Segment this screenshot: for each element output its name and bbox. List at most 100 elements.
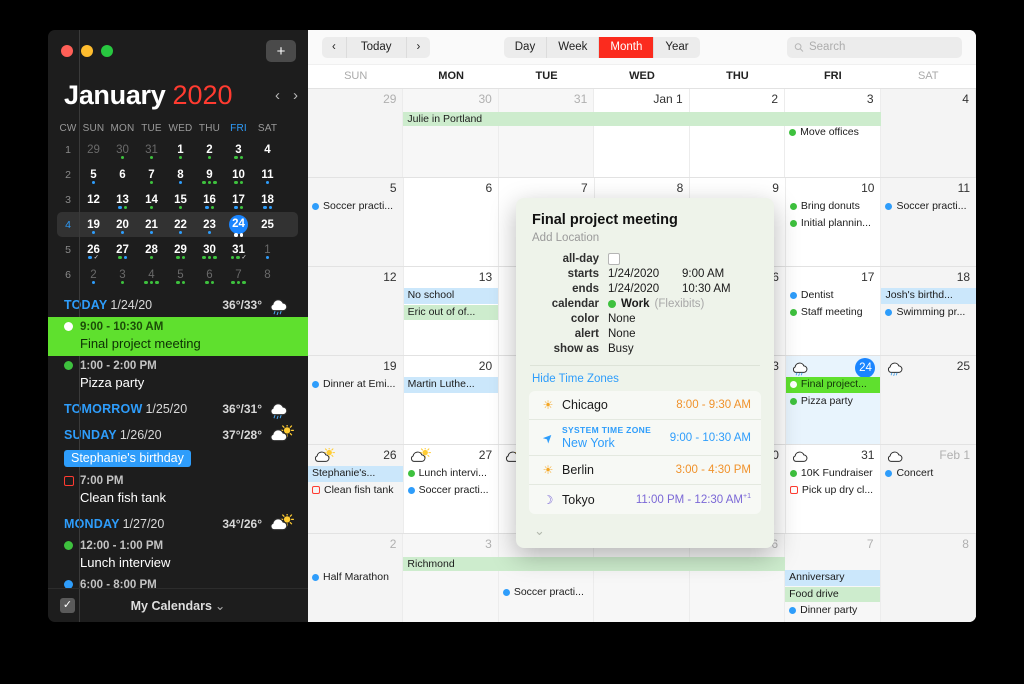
mini-day-cell[interactable]: 17 <box>224 193 253 207</box>
calendar-multiday-event[interactable]: Julie in Portland <box>403 112 880 126</box>
calendar-event[interactable]: Final project... <box>786 377 881 393</box>
mini-day-cell[interactable]: 3 <box>224 143 253 157</box>
mini-day-cell[interactable]: 23 <box>195 218 224 232</box>
mini-week-row[interactable]: 419202122232425 <box>57 212 298 237</box>
popover-location-input[interactable]: Add Location <box>516 228 774 251</box>
calendar-day-cell[interactable]: 11Soccer practi... <box>881 178 976 266</box>
mini-day-cell[interactable]: 14 <box>137 193 166 207</box>
agenda-event[interactable]: 6:00 - 8:00 PMSoccer practice <box>48 575 308 588</box>
calendar-event[interactable]: Anniversary <box>785 570 879 586</box>
popover-field-value[interactable]: Busy <box>608 343 634 355</box>
mini-day-cell[interactable]: 7 <box>224 268 253 282</box>
mini-day-cell[interactable]: 12 <box>79 193 108 207</box>
calendar-event[interactable]: Soccer practi... <box>404 483 499 499</box>
popover-date-value[interactable]: 1/24/2020 <box>608 283 682 295</box>
mini-day-cell[interactable]: 29 <box>166 243 195 257</box>
calendar-event[interactable]: Eric out of of... <box>404 305 499 321</box>
mini-day-cell[interactable]: 8 <box>166 168 195 182</box>
mini-day-cell[interactable]: 2 <box>195 143 224 157</box>
mini-day-cell[interactable]: 30 <box>108 143 137 157</box>
calendar-event[interactable]: Pizza party <box>786 394 881 410</box>
calendar-event[interactable]: Dentist <box>786 288 881 304</box>
mini-day-cell[interactable]: 3 <box>108 268 137 282</box>
mini-week-row[interactable]: 12930311234 <box>57 137 298 162</box>
mini-day-cell[interactable]: 4 <box>137 268 166 282</box>
calendar-event[interactable]: Concert <box>881 466 976 482</box>
calendar-event[interactable]: Dinner party <box>785 603 879 619</box>
popover-field-value[interactable]: 1/24/202010:30 AM <box>608 283 731 295</box>
calendar-event[interactable]: Dinner at Emi... <box>308 377 403 393</box>
calendar-day-cell[interactable]: 3 <box>403 534 498 622</box>
calendar-day-cell[interactable]: 7AnniversaryFood driveDinner party <box>785 534 880 622</box>
mini-prev-month-icon[interactable]: ‹ <box>275 88 280 103</box>
today-button[interactable]: Today <box>347 37 407 58</box>
calendar-day-cell[interactable]: 2 <box>690 89 785 177</box>
calendar-day-cell[interactable]: 19Dinner at Emi... <box>308 356 404 444</box>
view-day-button[interactable]: Day <box>504 37 547 58</box>
agenda-event[interactable]: 7:00 PMClean fish tank <box>48 471 308 510</box>
mini-day-cell[interactable]: 19 <box>79 218 108 232</box>
mini-calendar[interactable]: CWSUNMONTUEWEDTHUFRISAT12930311234256789… <box>48 117 308 287</box>
popover-field-value[interactable]: None <box>608 313 636 325</box>
calendar-event[interactable]: Soccer practi... <box>499 585 593 601</box>
popover-time-value[interactable]: 10:30 AM <box>682 283 731 295</box>
mini-day-cell[interactable]: 18 <box>253 193 282 207</box>
mini-day-cell[interactable]: 13 <box>108 193 137 207</box>
mini-day-cell[interactable]: 10 <box>224 168 253 182</box>
calendar-day-cell[interactable]: Feb 1Concert <box>881 445 976 533</box>
calendar-day-cell[interactable]: 20Martin Luthe... <box>404 356 500 444</box>
mini-day-cell[interactable]: 24 <box>224 215 253 234</box>
calendar-day-cell[interactable]: 10Bring donutsInitial plannin... <box>786 178 882 266</box>
mini-day-cell[interactable]: 4 <box>253 143 282 157</box>
popover-time-value[interactable]: 9:00 AM <box>682 268 724 280</box>
calendar-event[interactable]: Initial plannin... <box>786 216 881 232</box>
event-detail-popover[interactable]: Final project meeting Add Location all-d… <box>516 198 774 548</box>
mini-week-row[interactable]: 2567891011 <box>57 162 298 187</box>
agenda-event[interactable]: 12:00 - 1:00 PMLunch interview <box>48 536 308 575</box>
mini-day-cell[interactable]: 22 <box>166 218 195 232</box>
mini-week-row[interactable]: 526✓2728293031✓1 <box>57 237 298 262</box>
view-month-button[interactable]: Month <box>599 37 654 58</box>
mini-day-cell[interactable]: 30 <box>195 243 224 257</box>
popover-field-value[interactable]: 1/24/20209:00 AM <box>608 268 724 280</box>
calendar-event[interactable]: Lunch intervi... <box>404 466 499 482</box>
calendar-day-cell[interactable]: 18Josh's birthd...Swimming pr... <box>881 267 976 355</box>
calendar-day-cell[interactable]: 27Lunch intervi...Soccer practi... <box>404 445 500 533</box>
agenda-event[interactable]: 9:00 - 10:30 AMFinal project meeting <box>48 317 308 356</box>
calendar-day-cell[interactable]: 12 <box>308 267 404 355</box>
calendar-event[interactable]: Move offices <box>785 125 879 141</box>
calendar-day-cell[interactable]: 30 <box>403 89 498 177</box>
calendar-multiday-event[interactable]: Richmond <box>403 557 785 571</box>
view-year-button[interactable]: Year <box>654 37 699 58</box>
calendar-day-cell[interactable]: 13No schoolEric out of of... <box>404 267 500 355</box>
mini-day-cell[interactable]: 2 <box>79 268 108 282</box>
calendar-event[interactable]: Martin Luthe... <box>404 377 499 393</box>
mini-day-cell[interactable]: 5 <box>79 168 108 182</box>
popover-field-value[interactable]: None <box>608 328 636 340</box>
popover-field-value[interactable] <box>608 253 620 265</box>
popover-field-value[interactable]: Work(Flexibits) <box>608 298 704 310</box>
calendar-day-cell[interactable]: 31 <box>499 89 594 177</box>
calendar-event[interactable]: Soccer practi... <box>881 199 976 215</box>
calendar-day-cell[interactable]: 6 <box>404 178 500 266</box>
agenda-event[interactable]: 1:00 - 2:00 PMPizza party <box>48 356 308 395</box>
calendar-day-cell[interactable]: 25 <box>881 356 976 444</box>
mini-day-cell[interactable]: 25 <box>253 218 282 232</box>
mini-day-cell[interactable]: 28 <box>137 243 166 257</box>
mini-day-cell[interactable]: 9 <box>195 168 224 182</box>
mini-day-cell[interactable]: 11 <box>253 168 282 182</box>
maximize-window-icon[interactable] <box>101 45 113 57</box>
my-calendars-label[interactable]: My Calendars⌄ <box>48 598 308 613</box>
time-zone-row[interactable]: ☽Tokyo11:00 PM - 12:30 AM+1 <box>529 485 761 514</box>
close-window-icon[interactable] <box>61 45 73 57</box>
prev-period-button[interactable]: ‹ <box>322 37 347 58</box>
agenda-event-chip[interactable]: Stephanie's birthday <box>64 450 191 467</box>
mini-day-cell[interactable]: 8 <box>253 268 282 282</box>
mini-next-month-icon[interactable]: › <box>293 88 298 103</box>
mini-day-cell[interactable]: 5 <box>166 268 195 282</box>
next-period-button[interactable]: › <box>407 37 431 58</box>
calendar-day-cell[interactable]: 17DentistStaff meeting <box>786 267 882 355</box>
mini-day-cell[interactable]: 20 <box>108 218 137 232</box>
mini-day-cell[interactable]: 7 <box>137 168 166 182</box>
hide-time-zones-link[interactable]: Hide Time Zones <box>516 366 774 391</box>
